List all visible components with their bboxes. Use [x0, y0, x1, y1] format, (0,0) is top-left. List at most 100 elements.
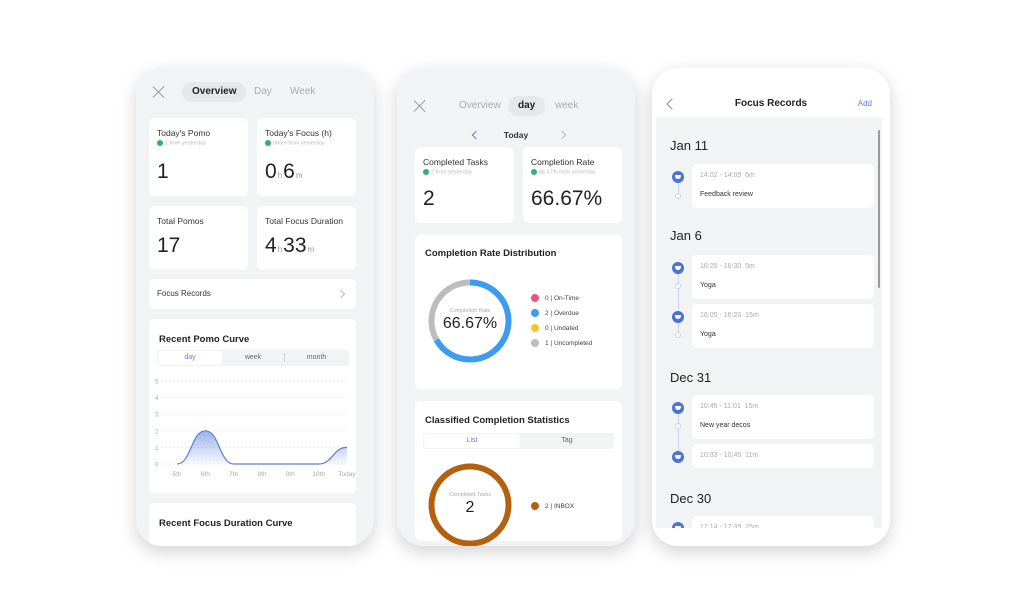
record-name: Feedback review — [700, 191, 753, 198]
legend-count: 2 — [545, 310, 549, 317]
legend-label: Overdue — [553, 310, 579, 317]
delta-text: 1 from yesterday — [165, 140, 206, 147]
delta-text: 66.67% from yesterday — [539, 169, 596, 176]
x-tick-label: 5th — [172, 471, 181, 478]
add-button[interactable]: Add — [858, 99, 872, 108]
stat-value: 17 — [157, 234, 181, 257]
tab-day[interactable]: day — [158, 351, 222, 365]
m-unit: m — [295, 171, 303, 180]
section-title: Recent Pomo Curve — [159, 334, 250, 345]
legend-item: 0 | Undated — [531, 324, 592, 339]
m-unit: m — [307, 245, 315, 254]
uncompleted-dot — [531, 339, 539, 348]
close-icon[interactable] — [413, 99, 427, 113]
x-tick-label: 10th — [312, 471, 325, 478]
range-tabs: day week month — [157, 350, 349, 366]
x-tick-label: Today — [338, 471, 356, 478]
hours: 4 — [265, 234, 277, 257]
tab-week[interactable]: Week — [280, 82, 325, 102]
stat-delta: 66.67% from yesterday — [531, 169, 596, 175]
donut-value: 66.67% — [442, 315, 498, 332]
stat-value: 66.67% — [531, 187, 603, 210]
tab-week[interactable]: week — [545, 96, 588, 116]
tomato-icon — [672, 262, 684, 274]
donut-label: Completed Tasks — [448, 492, 492, 498]
scrollbar[interactable] — [878, 130, 880, 288]
close-icon[interactable] — [152, 85, 166, 99]
overview-screen: Overview Day Week Today's Pomo 1 from ye… — [136, 68, 374, 546]
focus-duration-card: Recent Focus Duration Curve — [149, 503, 356, 546]
record-time: 16:05 - 16:20 15m — [700, 312, 759, 319]
top-bar: Overview Day Week — [136, 82, 374, 104]
undated-dot — [531, 324, 539, 333]
pomo-curve-card: Recent Pomo Curve day week month 0 1 2 3 4 5 5… — [149, 319, 356, 494]
record-name: New year decos — [700, 422, 751, 429]
y-tick-label: 2 — [155, 428, 159, 435]
timeline-dot — [675, 332, 681, 338]
timeline-dot — [675, 283, 681, 289]
on-time-dot — [531, 294, 539, 303]
group-date: Jan 11 — [670, 138, 709, 153]
tab-day[interactable]: day — [508, 96, 546, 116]
stat-delta: 0h6m from yesterday — [265, 140, 325, 146]
date-label: Today — [503, 130, 529, 140]
timeline-dot — [675, 193, 681, 199]
tab-tag[interactable]: Tag — [521, 434, 613, 448]
chevron-right-icon — [336, 289, 346, 299]
legend-count: 2 — [545, 503, 549, 510]
tab-overview[interactable]: Overview — [449, 96, 511, 116]
record-item[interactable]: 16:05 - 16:20 15m Yoga — [692, 304, 874, 348]
classified-stats-card: Classified Completion Statistics List Ta… — [415, 401, 622, 546]
overdue-dot — [531, 309, 539, 318]
tab-week[interactable]: week — [221, 351, 285, 365]
delta-text: 2 from yesterday — [431, 169, 472, 176]
group-date: Dec 31 — [670, 370, 712, 385]
donut-value: 2 — [465, 499, 475, 516]
minutes: 33 — [283, 234, 307, 257]
stat-title: Total Pomos — [157, 216, 204, 226]
focus-records-link[interactable]: Focus Records — [149, 279, 356, 309]
records-list: Jan 11 14:02 - 14:09 6m Feedback review … — [656, 118, 882, 546]
timeline-dot — [675, 423, 681, 429]
bottom-bar — [652, 528, 890, 546]
tab-list[interactable]: List — [424, 434, 520, 448]
up-arrow-icon — [157, 140, 163, 146]
h-unit: h — [277, 171, 283, 180]
record-item[interactable]: 16:25 - 16:30 5m Yoga — [692, 255, 874, 299]
legend-item: 1 | Uncompleted — [531, 339, 592, 354]
record-time: 14:02 - 14:09 6m — [700, 172, 755, 179]
stat-value: 4h33m — [265, 234, 315, 258]
y-tick-label: 4 — [155, 395, 159, 402]
classified-legend: 2 | INBOX — [531, 502, 574, 517]
stat-title: Total Focus Duration — [265, 216, 343, 226]
hours: 0 — [265, 160, 277, 183]
stat-delta: 2 from yesterday — [423, 169, 472, 175]
stat-title: Today's Focus (h) — [265, 128, 332, 138]
pomo-curve-chart: 0 1 2 3 4 5 5th 6th 7th 8th 9th 10th Today — [155, 379, 356, 479]
legend-label: Uncompleted — [553, 340, 593, 347]
stat-title: Today's Pomo — [157, 128, 211, 138]
y-tick-label: 5 — [155, 379, 159, 386]
tomato-icon — [672, 311, 684, 323]
record-item[interactable]: 14:02 - 14:09 6m Feedback review — [692, 164, 874, 208]
up-arrow-icon — [265, 140, 271, 146]
record-item[interactable]: 10:46 - 11:01 15m New year decos — [692, 395, 874, 439]
y-tick-label: 0 — [155, 462, 159, 469]
tab-day[interactable]: Day — [244, 82, 282, 102]
record-item[interactable]: 10:33 - 10:45 11m — [692, 444, 874, 468]
tomato-icon — [672, 451, 684, 463]
x-tick-label: 8th — [257, 471, 266, 478]
up-arrow-icon — [423, 169, 429, 175]
legend-label: INBOX — [553, 503, 575, 510]
stat-title: Completion Rate — [531, 157, 595, 167]
stat-value: 2 — [423, 187, 435, 210]
legend-count: 1 — [545, 340, 549, 347]
legend-count: 0 — [545, 325, 549, 332]
delta-text: 0h6m from yesterday — [273, 140, 325, 147]
legend-label: Undated — [553, 325, 579, 332]
record-time: 10:33 - 10:45 11m — [700, 452, 759, 459]
x-tick-label: 7th — [229, 471, 238, 478]
tab-month[interactable]: month — [285, 351, 348, 365]
stat-value: 1 — [157, 160, 169, 183]
tab-overview[interactable]: Overview — [182, 82, 247, 102]
